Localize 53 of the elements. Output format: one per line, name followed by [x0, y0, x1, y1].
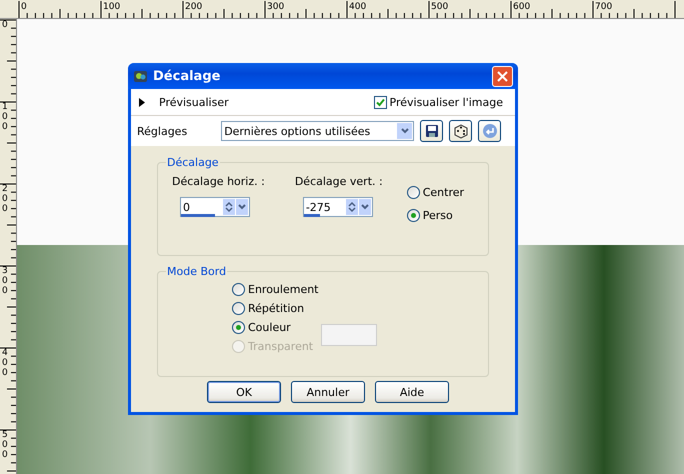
ruler-label: 400 [2, 348, 8, 378]
settings-label: Réglages [137, 124, 188, 138]
field-label: Décalage vert. : [294, 175, 383, 188]
number-spinner[interactable]: -275 [302, 197, 373, 217]
color-swatch[interactable] [321, 324, 377, 346]
ruler-label: 200 [2, 184, 8, 214]
field-label: Décalage horiz. : [172, 175, 265, 188]
ruler-label: 200 [185, 2, 202, 12]
dialog-button[interactable]: OK [207, 381, 281, 403]
dialog-button[interactable]: Aide [375, 381, 449, 403]
settings-dropdown[interactable]: Dernières options utilisées [221, 121, 414, 141]
preview-toggle[interactable]: Prévisualiser [139, 96, 229, 108]
radio-label: Centrer [422, 186, 464, 199]
ruler-label: 300 [267, 2, 284, 12]
radio-button[interactable] [232, 321, 245, 334]
ruler-label: 600 [513, 2, 530, 12]
group-title: Mode Bord [166, 265, 228, 278]
group-title: Décalage [166, 156, 220, 169]
ruler-label: 100 [2, 102, 8, 132]
checkbox[interactable] [374, 96, 387, 108]
close-icon [497, 70, 508, 82]
radio-label: Répétition [248, 302, 304, 315]
dialog-button[interactable]: Annuler [291, 381, 365, 403]
spin-arrows-icon [348, 201, 356, 213]
expand-arrow-icon [139, 98, 145, 106]
ruler-label: 0 [2, 20, 8, 30]
spin-arrows-icon [225, 201, 233, 213]
randomize-button[interactable] [449, 120, 472, 142]
slider-fill[interactable] [181, 214, 215, 217]
ruler-label: 400 [349, 2, 366, 12]
ruler-label: 300 [2, 266, 8, 296]
radio-button[interactable] [406, 209, 420, 222]
reset-button[interactable] [478, 120, 502, 142]
dice-icon [452, 123, 469, 139]
radio-button[interactable] [232, 302, 245, 315]
save-button[interactable] [420, 120, 444, 142]
ruler-label: 500 [431, 2, 448, 12]
radio-button[interactable] [406, 186, 420, 199]
number-spinner[interactable]: 0 [180, 197, 250, 217]
radio-label: Perso [422, 209, 453, 222]
slider-fill[interactable] [304, 214, 320, 217]
radio-label: Enroulement [248, 283, 318, 296]
radio-button[interactable] [232, 283, 245, 296]
radio-label: Transparent [248, 340, 314, 353]
ruler-label: 700 [595, 2, 612, 12]
checkbox-label: Prévisualiser l'image [390, 96, 503, 108]
ruler-label: 100 [103, 2, 120, 12]
window-title: Décalage [153, 68, 222, 84]
radio-label: Couleur [248, 321, 291, 334]
ruler-label: 500 [2, 430, 8, 460]
ruler-label: 0 [21, 2, 27, 12]
app-icon [133, 68, 149, 84]
close-button[interactable] [492, 66, 513, 86]
